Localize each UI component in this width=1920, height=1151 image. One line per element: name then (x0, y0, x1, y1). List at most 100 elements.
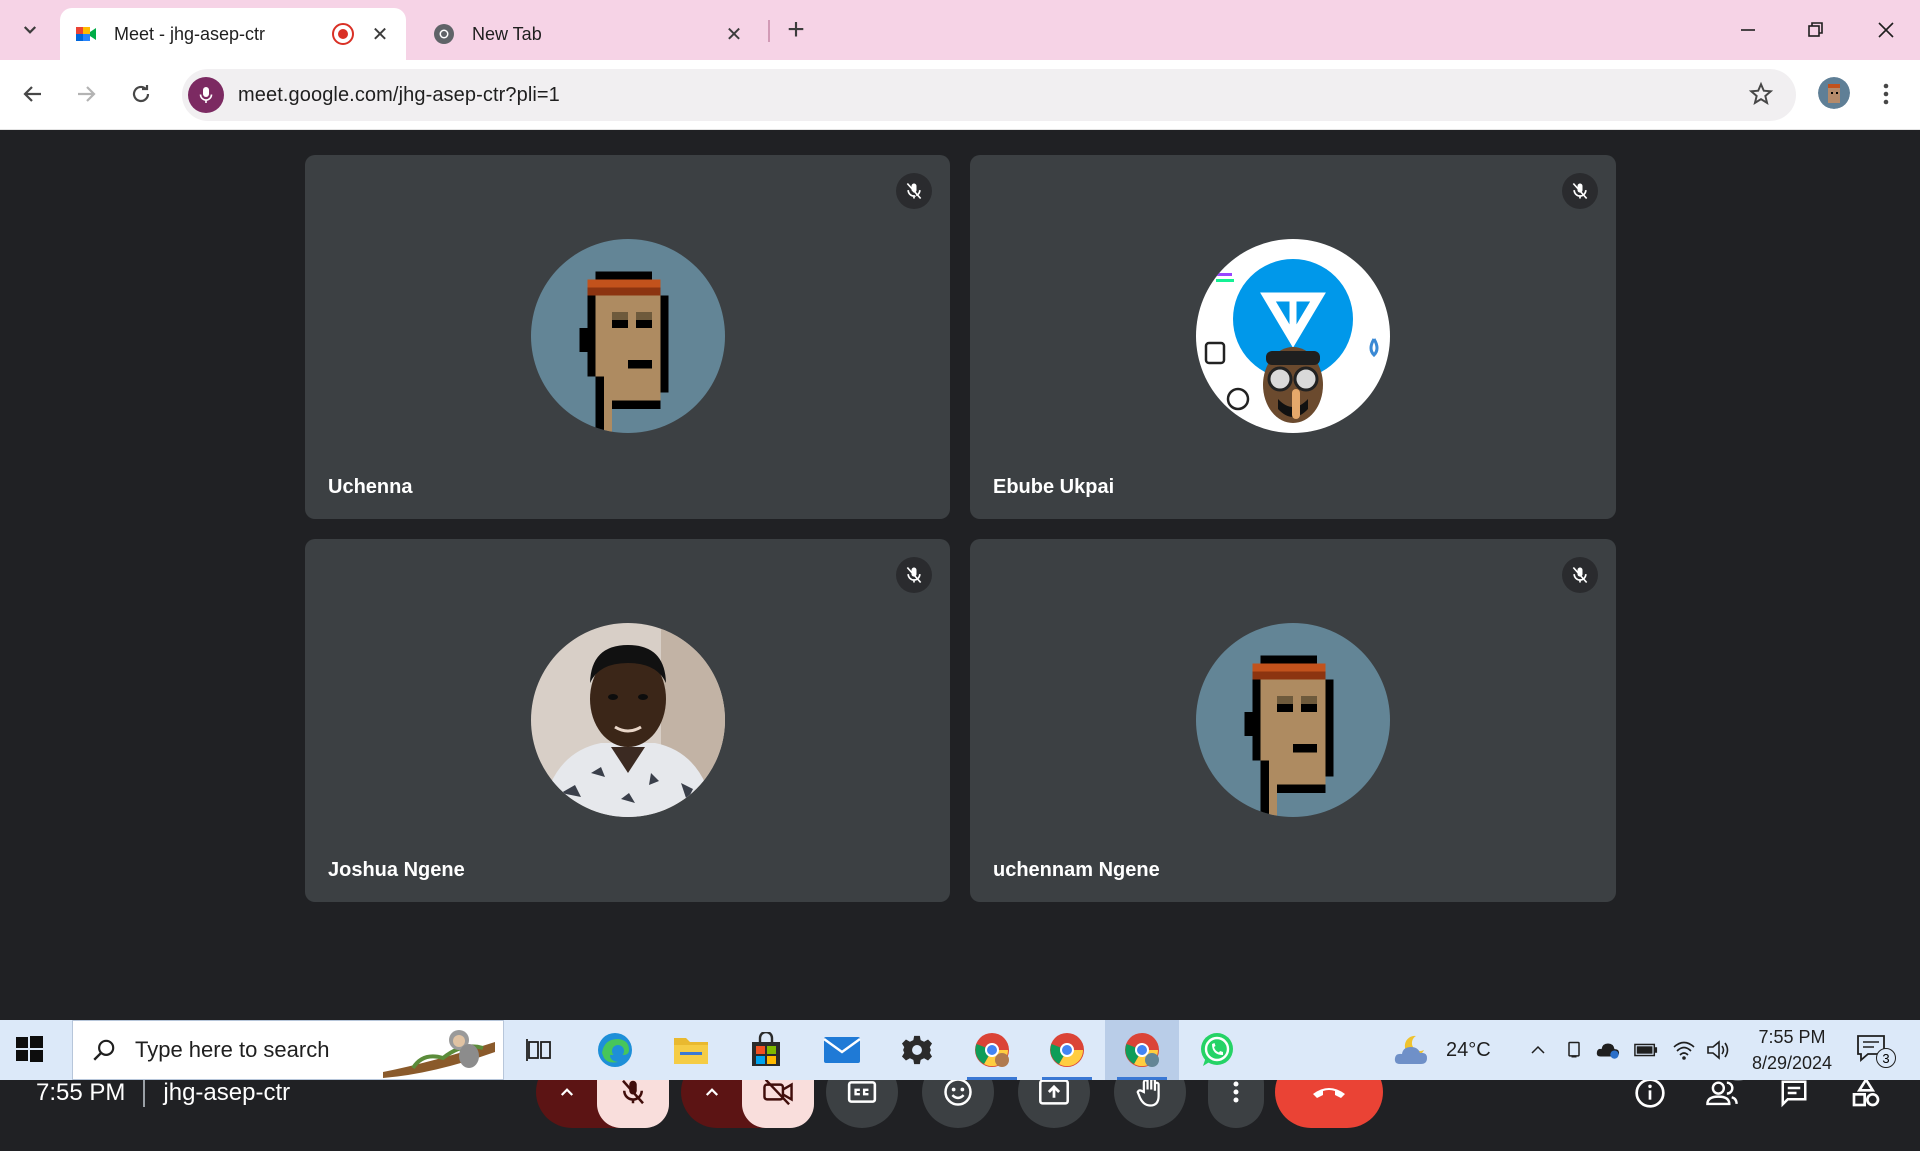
folder-icon (674, 1038, 708, 1064)
info-icon (1635, 1078, 1665, 1108)
meet-now-tray-icon[interactable] (1562, 1038, 1586, 1062)
windows-start-button[interactable] (14, 1034, 46, 1066)
close-window-button[interactable] (1852, 0, 1920, 60)
mail-icon (823, 1037, 861, 1063)
close-icon (1878, 22, 1894, 38)
participant-name: Uchenna (328, 476, 413, 498)
chrome-icon (1050, 1033, 1084, 1067)
chevron-up-icon (1531, 1045, 1545, 1054)
participant-tile[interactable]: Joshua Ngene (305, 539, 950, 902)
participant-tile[interactable]: uchennam Ngene (970, 539, 1616, 902)
participant-name: uchennam Ngene (993, 859, 1160, 881)
whatsapp-icon (1201, 1033, 1233, 1066)
onedrive-tray-icon[interactable] (1596, 1038, 1620, 1062)
taskbar-search-box[interactable]: Type here to search (72, 1020, 504, 1080)
chrome-icon (1125, 1033, 1159, 1067)
site-mic-icon[interactable] (188, 77, 224, 113)
chat-icon (1781, 1080, 1807, 1108)
notification-center-button[interactable]: 3 (1856, 1034, 1896, 1068)
photo-avatar (530, 623, 725, 817)
chevron-up-icon (705, 1088, 718, 1096)
search-highlight-illustration-icon (383, 1030, 495, 1078)
mail-app[interactable] (805, 1020, 879, 1080)
volume-tray-icon[interactable] (1706, 1038, 1730, 1062)
reload-icon (132, 85, 150, 103)
clock-time: 7:55 PM (1758, 1027, 1826, 1047)
edge-app[interactable] (578, 1020, 652, 1080)
cloudy-night-icon (1394, 1035, 1427, 1064)
recording-indicator-icon (332, 23, 354, 45)
url-text[interactable]: meet.google.com/jhg-asep-ctr?pli=1 (238, 84, 560, 107)
show-hidden-icons-button[interactable] (1526, 1038, 1550, 1062)
browser-toolbar: meet.google.com/jhg-asep-ctr?pli=1 (0, 60, 1920, 130)
camera-off-icon (762, 1078, 793, 1106)
minimize-button[interactable] (1714, 0, 1782, 60)
notification-count: 3 (1876, 1048, 1896, 1068)
mic-off-icon (621, 1079, 644, 1105)
wifi-tray-icon[interactable] (1672, 1038, 1696, 1062)
muted-mic-icon (1562, 173, 1598, 209)
weather-widget[interactable]: 24°C (1394, 1020, 1491, 1080)
cloud-icon (1596, 1043, 1620, 1059)
muted-mic-icon (1562, 557, 1598, 593)
device-icon (1568, 1041, 1580, 1058)
taskbar-clock[interactable]: 7:55 PM 8/29/2024 (1736, 1024, 1848, 1076)
wifi-icon (1673, 1041, 1695, 1060)
file-explorer-app[interactable] (654, 1020, 728, 1080)
task-view-icon (526, 1039, 551, 1061)
emoji-icon (944, 1078, 972, 1106)
profile-avatar[interactable] (1818, 77, 1850, 109)
participant-name: Joshua Ngene (328, 859, 465, 881)
pixel-punk-avatar (1196, 623, 1390, 817)
battery-tray-icon[interactable] (1634, 1038, 1658, 1062)
muted-mic-icon (896, 173, 932, 209)
closed-captions-icon (847, 1081, 877, 1103)
close-tab-icon[interactable]: ✕ (722, 22, 746, 47)
google-meet-icon (76, 27, 96, 41)
chrome-active-app[interactable] (1105, 1020, 1179, 1080)
address-bar[interactable]: meet.google.com/jhg-asep-ctr?pli=1 (182, 69, 1796, 121)
reload-button[interactable] (121, 74, 161, 114)
chrome-profile-app[interactable] (955, 1020, 1029, 1080)
shapes-icon (1852, 1077, 1880, 1107)
search-placeholder: Type here to search (135, 1037, 330, 1062)
crypto-avatar (1196, 239, 1390, 433)
close-tab-icon[interactable]: ✕ (368, 22, 392, 47)
tab-meet[interactable]: Meet - jhg-asep-ctr ✕ (60, 8, 406, 60)
tab-new-tab[interactable]: New Tab ✕ (418, 8, 760, 60)
windows-taskbar: Type here to search 24°C 7:55 PM 8/29/20… (0, 1020, 1920, 1080)
tab-divider (768, 20, 770, 42)
restore-button[interactable] (1782, 0, 1850, 60)
restore-icon (1808, 22, 1823, 37)
participant-tile[interactable]: Ebube Ukpai (970, 155, 1616, 519)
back-button[interactable] (13, 74, 53, 114)
forward-button[interactable] (66, 74, 106, 114)
settings-app[interactable] (880, 1020, 954, 1080)
divider (143, 1079, 146, 1107)
whatsapp-app[interactable] (1180, 1020, 1254, 1080)
microsoft-store-app[interactable] (729, 1020, 803, 1080)
meeting-stage: Uchenna Ebube Ukpai Joshua Ngene uchenna… (0, 131, 1920, 1128)
chrome-icon (434, 24, 454, 44)
windows-logo-icon (16, 1036, 43, 1062)
new-tab-button[interactable]: + (778, 12, 814, 48)
chevron-up-icon (560, 1088, 573, 1096)
minimize-icon (1741, 29, 1755, 31)
audio-options-button[interactable] (537, 1083, 597, 1101)
participant-tile[interactable]: Uchenna (305, 155, 950, 519)
present-icon (1039, 1079, 1069, 1105)
tab-search-button[interactable] (12, 12, 48, 48)
task-view-button[interactable] (502, 1020, 576, 1080)
bookmark-star-icon[interactable] (1748, 81, 1774, 112)
chrome-app[interactable] (1030, 1020, 1104, 1080)
participant-name: Ebube Ukpai (993, 476, 1115, 498)
chrome-menu-button[interactable] (1868, 74, 1904, 114)
muted-mic-icon (896, 557, 932, 593)
meeting-info: 7:55 PM jhg-asep-ctr (36, 1079, 290, 1107)
arrow-left-icon (23, 86, 41, 102)
edge-icon (598, 1033, 632, 1067)
more-vertical-icon (1233, 1081, 1239, 1103)
search-icon (93, 1039, 115, 1061)
video-options-button[interactable] (682, 1083, 742, 1101)
more-vertical-icon (1883, 83, 1889, 105)
